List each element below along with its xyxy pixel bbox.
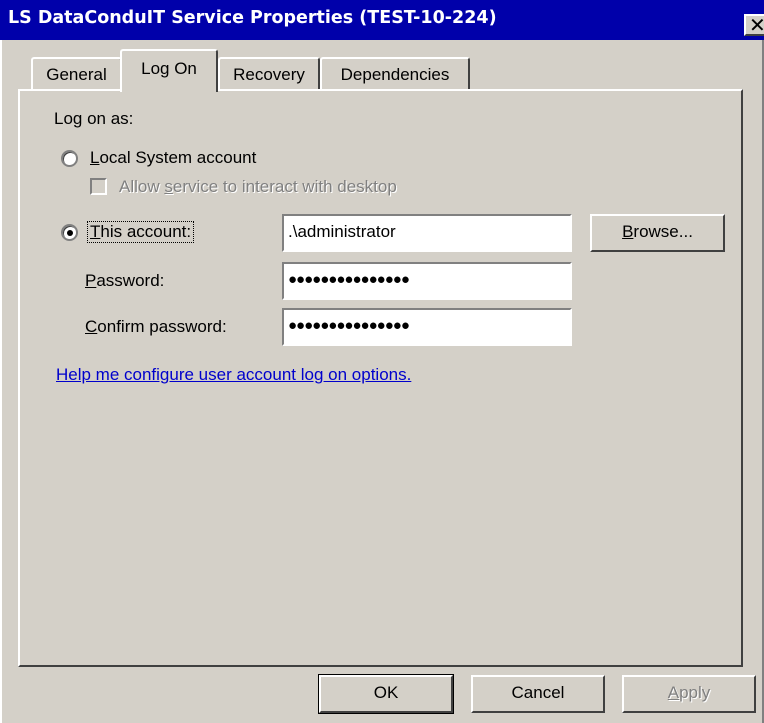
confirm-password-label: Confirm password: [85,317,227,336]
tab-dependencies[interactable]: Dependencies [320,57,470,89]
tab-label: Recovery [233,65,305,84]
title-bar: LS DataConduIT Service Properties (TEST-… [0,0,764,40]
local-system-radio[interactable] [61,150,78,167]
password-field[interactable]: ●●●●●●●●●●●●●●● [282,262,572,300]
log-on-as-label: Log on as: [54,109,134,128]
account-input[interactable]: .\administrator [282,214,572,252]
close-icon: ✕ [749,13,764,37]
tab-recovery[interactable]: Recovery [218,57,320,89]
this-account-radio[interactable] [61,224,78,241]
allow-desktop-checkbox[interactable] [90,178,107,195]
window-title: LS DataConduIT Service Properties (TEST-… [8,8,497,28]
tab-log-on[interactable]: Log On [120,49,218,92]
this-account-label[interactable]: This account: [87,221,195,243]
help-link[interactable]: Help me configure user account log on op… [56,365,411,385]
browse-button[interactable]: Browse... [590,214,725,252]
tab-general[interactable]: General [31,57,122,89]
allow-desktop-label: Allow service to interact with desktop [119,177,397,196]
window-left-edge [0,40,2,723]
radio-selected-dot [67,230,73,236]
close-button[interactable]: ✕ [744,13,764,37]
log-on-tab-panel: Log on as: Local System account Allow se… [18,89,743,667]
local-system-label[interactable]: Local System account [90,148,256,168]
tab-label: Dependencies [340,65,450,84]
password-label: Password: [85,271,165,290]
confirm-password-field[interactable]: ●●●●●●●●●●●●●●● [282,308,572,346]
tab-label: Log On [141,59,197,78]
cancel-button[interactable]: Cancel [471,675,605,713]
tab-label: General [46,65,107,84]
service-properties-dialog: LS DataConduIT Service Properties (TEST-… [0,0,764,723]
apply-button[interactable]: Apply [622,675,756,713]
ok-button[interactable]: OK [318,674,454,714]
